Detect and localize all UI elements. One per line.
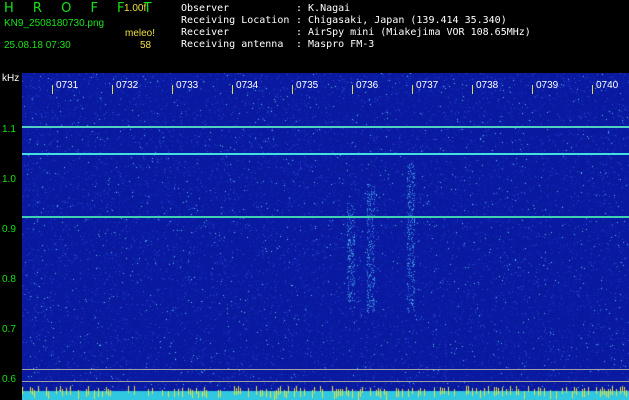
reference-line-2 <box>22 381 629 382</box>
carrier-trace-main <box>22 153 629 155</box>
time-label-0739: 0739 <box>536 80 559 91</box>
unit-label: meleo! <box>125 28 156 39</box>
hrofft-window: H R O F F T 1.00f KN9_2508180730.png 25.… <box>0 0 629 400</box>
freq-label-0-6: 0.6 <box>2 374 16 385</box>
time-tick <box>52 85 53 94</box>
time-tick <box>472 85 473 94</box>
time-label-0731: 0731 <box>56 80 79 91</box>
freq-unit-label: kHz <box>2 73 20 84</box>
unit-value: 58 <box>140 40 152 51</box>
spectrogram <box>22 73 629 400</box>
time-tick <box>232 85 233 94</box>
time-tick <box>532 85 533 94</box>
freq-label-0-8: 0.8 <box>2 274 16 285</box>
freq-label-0-9: 0.9 <box>2 224 16 235</box>
reference-line-1 <box>22 369 629 370</box>
time-label-0735: 0735 <box>296 80 319 91</box>
meta-antenna-key: Receiving antenna <box>181 39 284 50</box>
freq-label-1-0: 1.0 <box>2 174 16 185</box>
observation-datetime: 25.08.18 07:30 <box>4 40 71 51</box>
time-label-0732: 0732 <box>116 80 139 91</box>
time-tick <box>592 85 593 94</box>
spectrogram-noise <box>22 73 629 400</box>
time-tick <box>172 85 173 94</box>
time-label-0738: 0738 <box>476 80 499 91</box>
time-label-0733: 0733 <box>176 80 199 91</box>
time-label-0737: 0737 <box>416 80 439 91</box>
file-name: KN9_2508180730.png <box>4 18 105 29</box>
time-tick <box>292 85 293 94</box>
carrier-trace-upper <box>22 126 629 128</box>
meta-antenna-value: : Maspro FM-3 <box>296 39 375 50</box>
carrier-trace-lower <box>22 216 629 218</box>
meta-receiver-key: Receiver <box>181 27 230 38</box>
meta-receiver-value: : AirSpy mini (Miakejima VOR 108.65MHz) <box>296 27 531 38</box>
meta-location-key: Receiving Location <box>181 15 290 26</box>
meta-location-value: : Chigasaki, Japan (139.414 35.340) <box>296 15 507 26</box>
freq-label-0-7: 0.7 <box>2 324 16 335</box>
time-tick <box>412 85 413 94</box>
time-tick <box>112 85 113 94</box>
time-tick <box>352 85 353 94</box>
meta-observer-key: Observer <box>181 3 230 14</box>
time-label-0740: 0740 <box>596 80 619 91</box>
freq-label-1-1: 1.1 <box>2 124 16 135</box>
meta-observer-value: : K.Nagai <box>296 3 351 14</box>
app-version: 1.00f <box>124 3 147 14</box>
time-label-0734: 0734 <box>236 80 259 91</box>
time-label-0736: 0736 <box>356 80 379 91</box>
